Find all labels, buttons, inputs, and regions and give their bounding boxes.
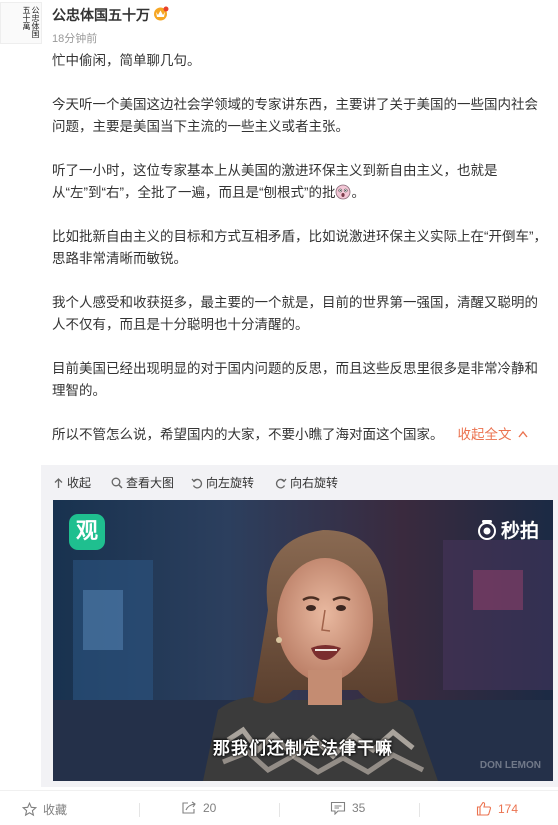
miaopai-camera-icon [477,519,496,540]
repost-icon [182,801,196,814]
view-large-label: 查看大图 [126,476,175,490]
like-count: 174 [498,801,519,816]
paragraph: 所以不管怎么说，希望国内的大家，不要小瞧了海对面这个国家。 收起全文 [52,424,550,446]
collapse-arrow-icon [54,477,63,488]
shock-face-icon [336,184,351,200]
rotate-left-icon [191,478,203,488]
post-text: 忙中偷闲，简单聊几句。 今天听一个美国这边社会学领域的专家讲东西，主要讲了关于美… [52,50,550,446]
paragraph: 目前美国已经出现明显的对于国内问题的反思，而且这些反思里很多是非常冷静和理智的。 [52,361,538,398]
collapse-full-text-link[interactable]: 收起全文 [458,427,528,442]
comment-count: 35 [352,801,366,815]
author-name[interactable]: 公忠体国五十万 [52,5,150,25]
favorite-label: 收藏 [43,803,68,817]
paragraph: 比如批新自由主义的目标和方式互相矛盾，比如说激进环保主义实际上在“开倒车”，思路… [52,229,547,266]
rotate-right-button[interactable]: 向右旋转 [275,474,338,491]
action-divider [279,803,280,817]
avatar-calligraphy: 公忠体国五十萬 [22,6,40,38]
thumbs-up-icon [476,801,492,816]
favorite-button[interactable]: 收藏 [22,801,67,818]
paragraph: 听了一小时，这位专家基本上从美国的激进环保主义到新自由主义，也就是从“左”到“右… [52,163,498,200]
media-toolbar: 收起 查看大图 向左旋转 向右旋转 [41,465,558,497]
collapse-media-button[interactable]: 收起 [53,474,91,491]
video-subtitle: 那我们还制定法律干嘛 [213,739,393,759]
collapse-media-label: 收起 [67,476,92,490]
paragraph-text: 听了一小时，这位专家基本上从美国的激进环保主义到新自由主义，也就是从“左”到“右… [52,163,498,200]
rotate-right-label: 向右旋转 [290,476,339,490]
repost-count: 20 [203,801,217,815]
brand-watermark: 秒拍 [476,516,539,543]
rotate-right-icon [275,478,287,488]
media-panel: 收起 查看大图 向左旋转 向右旋转 观 秒拍 那我们还制定法律干嘛 DON LE… [41,465,558,787]
action-divider [139,803,140,817]
paragraph-text: 所以不管怎么说，希望国内的大家，不要小瞧了海对面这个国家。 [52,427,444,442]
rotate-left-label: 向左旋转 [206,476,255,490]
action-divider [419,803,420,817]
paragraph: 我个人感受和收获挺多，最主要的一个就是，目前的世界第一强国，清醒又聪明的人不仅有… [52,295,538,332]
action-bar: 收藏 20 35 174 [0,790,558,825]
app-logo: 观 [69,514,105,550]
star-icon [22,802,37,817]
paragraph: 忙中偷闲，简单聊几句。 [52,53,201,68]
video-frame[interactable]: 观 秒拍 那我们还制定法律干嘛 DON LEMON [53,500,553,781]
rotate-left-button[interactable]: 向左旋转 [191,474,254,491]
repost-button[interactable]: 20 [181,801,216,815]
comment-button[interactable]: 35 [330,801,365,815]
like-button[interactable]: 174 [476,801,518,816]
view-large-button[interactable]: 查看大图 [111,474,174,491]
post-timestamp[interactable]: 18分钟前 [52,30,97,46]
vip-crown-icon [154,6,169,21]
comment-icon [330,801,346,815]
avatar[interactable]: 公忠体国五十萬 [0,2,42,44]
chevron-up-icon [517,430,528,438]
collapse-link-label: 收起全文 [457,427,512,442]
paragraph: 今天听一个美国这边社会学领域的专家讲东西，主要讲了关于美国的一些国内社会问题，主… [52,97,538,134]
magnify-icon [111,477,123,489]
post-header: 公忠体国五十萬 公忠体国五十万 18分钟前 [0,0,558,46]
broadcast-watermark: DON LEMON [479,760,541,771]
brand-label: 秒拍 [500,520,539,542]
